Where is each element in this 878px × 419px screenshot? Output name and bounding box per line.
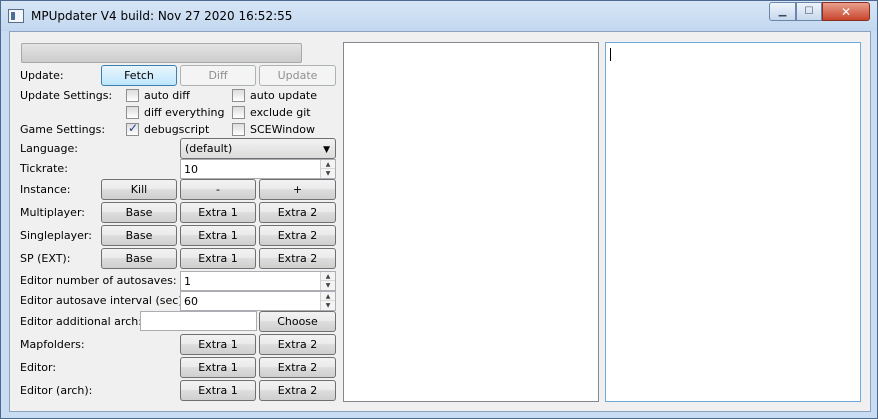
scewindow-checkbox[interactable]: SCEWindow: [232, 123, 315, 136]
update-button[interactable]: Update: [259, 65, 336, 86]
app-icon: [8, 9, 24, 23]
close-button[interactable]: ✕: [822, 2, 870, 21]
choose-button[interactable]: Choose: [259, 311, 336, 332]
main-panel: Update: Fetch Diff Update Update Setting…: [9, 31, 871, 412]
editor-label: Editor:: [20, 361, 57, 374]
checkbox-box: [126, 89, 139, 102]
debugscript-label: debugscript: [144, 123, 210, 136]
title-bar[interactable]: MPUpdater V4 build: Nov 27 2020 16:52:55…: [1, 1, 877, 31]
multiplayer-label: Multiplayer:: [20, 206, 85, 219]
diff-everything-label: diff everything: [144, 106, 225, 119]
multiplayer-extra2-button[interactable]: Extra 2: [259, 202, 336, 223]
editor-arch-row-label: Editor (arch):: [20, 384, 93, 397]
sp-ext-extra1-button[interactable]: Extra 1: [180, 248, 256, 269]
sp-ext-label: SP (EXT):: [20, 252, 71, 265]
mapfolders-extra1-button[interactable]: Extra 1: [180, 334, 256, 355]
language-select[interactable]: (default) ▼: [180, 138, 336, 159]
fetch-button[interactable]: Fetch: [101, 65, 177, 86]
spin-down-icon[interactable]: ▼: [321, 281, 335, 290]
editor-arch-extra2-button[interactable]: Extra 2: [259, 380, 336, 401]
instance-minus-button[interactable]: -: [180, 179, 256, 200]
instance-label: Instance:: [20, 183, 71, 196]
diff-button[interactable]: Diff: [180, 65, 256, 86]
debugscript-checkbox[interactable]: debugscript: [126, 121, 210, 136]
mapfolders-label: Mapfolders:: [20, 338, 85, 351]
instance-plus-button[interactable]: +: [259, 179, 336, 200]
exclude-git-checkbox[interactable]: exclude git: [232, 106, 311, 119]
auto-diff-checkbox[interactable]: auto diff: [126, 89, 190, 102]
editor-arch-input[interactable]: [140, 311, 257, 331]
kill-button[interactable]: Kill: [101, 179, 177, 200]
editor-interval-spinbox[interactable]: 60 ▲ ▼: [180, 291, 336, 311]
window-title: MPUpdater V4 build: Nov 27 2020 16:52:55: [31, 9, 293, 23]
tickrate-spinbox[interactable]: 10 ▲ ▼: [180, 159, 336, 179]
editor-interval-label: Editor autosave interval (sec):: [20, 294, 187, 307]
multiplayer-extra1-button[interactable]: Extra 1: [180, 202, 256, 223]
editor-arch-label: Editor additional arch:: [20, 315, 142, 328]
singleplayer-label: Singleplayer:: [20, 229, 92, 242]
checkbox-box: [126, 106, 139, 119]
progress-bar: [21, 43, 302, 63]
editor-extra2-button[interactable]: Extra 2: [259, 357, 336, 378]
spin-down-icon[interactable]: ▼: [321, 169, 335, 178]
update-settings-label: Update Settings:: [20, 89, 113, 102]
editor-autosaves-value: 1: [184, 274, 191, 288]
editor-extra1-button[interactable]: Extra 1: [180, 357, 256, 378]
sp-ext-base-button[interactable]: Base: [101, 248, 177, 269]
sp-ext-extra2-button[interactable]: Extra 2: [259, 248, 336, 269]
singleplayer-base-button[interactable]: Base: [101, 225, 177, 246]
singleplayer-extra2-button[interactable]: Extra 2: [259, 225, 336, 246]
editor-autosaves-label: Editor number of autosaves:: [20, 274, 177, 287]
tickrate-value: 10: [184, 162, 198, 176]
log-pane-right[interactable]: [605, 42, 861, 402]
diff-everything-checkbox[interactable]: diff everything: [126, 106, 225, 119]
editor-autosaves-spinbox[interactable]: 1 ▲ ▼: [180, 271, 336, 291]
auto-diff-label: auto diff: [144, 89, 190, 102]
editor-interval-value: 60: [184, 294, 198, 308]
checkbox-box-checked: [126, 121, 139, 136]
editor-arch-extra1-button[interactable]: Extra 1: [180, 380, 256, 401]
minimize-button[interactable]: ▁: [769, 2, 796, 21]
auto-update-label: auto update: [250, 89, 318, 102]
singleplayer-extra1-button[interactable]: Extra 1: [180, 225, 256, 246]
dropdown-arrow-icon: ▼: [323, 145, 330, 155]
spin-down-icon[interactable]: ▼: [321, 301, 335, 310]
minimize-icon: ▁: [778, 6, 787, 17]
checkbox-box: [232, 123, 245, 136]
log-pane-left[interactable]: [343, 42, 599, 402]
text-caret: [610, 48, 611, 61]
language-label: Language:: [20, 142, 78, 155]
multiplayer-base-button[interactable]: Base: [101, 202, 177, 223]
maximize-icon: ☐: [804, 6, 814, 17]
scewindow-label: SCEWindow: [250, 123, 315, 136]
close-icon: ✕: [840, 4, 852, 19]
mapfolders-extra2-button[interactable]: Extra 2: [259, 334, 336, 355]
spin-up-icon[interactable]: ▲: [321, 160, 335, 169]
spin-up-icon[interactable]: ▲: [321, 272, 335, 281]
exclude-git-label: exclude git: [250, 106, 311, 119]
update-label: Update:: [20, 69, 64, 82]
maximize-button[interactable]: ☐: [796, 2, 822, 21]
checkbox-box: [232, 89, 245, 102]
checkbox-box: [232, 106, 245, 119]
spin-up-icon[interactable]: ▲: [321, 292, 335, 301]
auto-update-checkbox[interactable]: auto update: [232, 89, 317, 102]
tickrate-label: Tickrate:: [20, 162, 68, 175]
language-value: (default): [185, 142, 233, 155]
app-window: MPUpdater V4 build: Nov 27 2020 16:52:55…: [0, 0, 878, 419]
game-settings-label: Game Settings:: [20, 123, 106, 136]
